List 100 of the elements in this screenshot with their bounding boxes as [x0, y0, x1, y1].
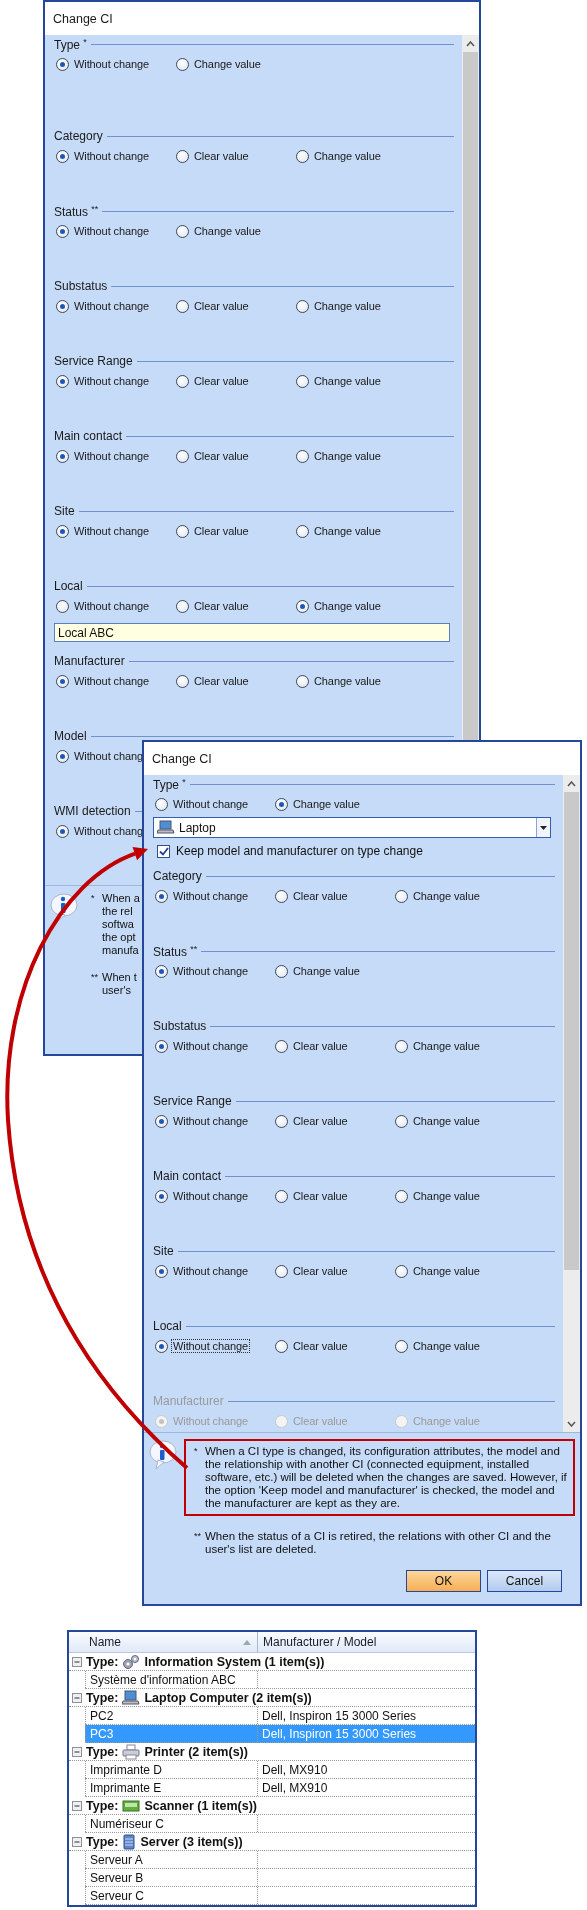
radio-label[interactable]: Without change	[172, 798, 250, 810]
table-row[interactable]: Système d'information ABC	[85, 1671, 475, 1689]
radio-label[interactable]: Change value	[313, 150, 382, 162]
table-row[interactable]: Numériseur C	[85, 1815, 475, 1833]
radio-label[interactable]: Clear value	[292, 1190, 349, 1202]
radio-label[interactable]: Change value	[292, 798, 361, 810]
radio-label[interactable]: Clear value	[292, 1265, 349, 1277]
ok-button[interactable]: OK	[406, 1570, 481, 1592]
radio-label[interactable]: Change value	[292, 965, 361, 977]
radio-button[interactable]	[56, 449, 69, 463]
radio-label[interactable]: Change value	[193, 58, 262, 70]
radio-button[interactable]	[275, 889, 288, 903]
radio-label[interactable]: Without change	[73, 300, 151, 312]
radio-button[interactable]	[395, 1264, 408, 1278]
radio-label[interactable]: Clear value	[193, 525, 250, 537]
radio-label[interactable]: Change value	[412, 1265, 481, 1277]
radio-button[interactable]	[275, 1339, 288, 1353]
radio-button[interactable]	[395, 889, 408, 903]
table-row[interactable]: Imprimante E Dell, MX910	[85, 1779, 475, 1797]
radio-button[interactable]	[296, 149, 309, 163]
radio-label[interactable]: Clear value	[193, 450, 250, 462]
radio-button[interactable]	[296, 374, 309, 388]
radio-label[interactable]: Without change	[172, 1190, 250, 1202]
radio-button[interactable]	[56, 374, 69, 388]
radio-label[interactable]: Without change	[172, 1265, 250, 1277]
dropdown-button[interactable]	[536, 818, 550, 837]
radio-button[interactable]	[56, 599, 69, 613]
radio-label[interactable]: Clear value	[193, 375, 250, 387]
radio-button[interactable]	[296, 674, 309, 688]
radio-button[interactable]	[155, 964, 168, 978]
radio-button[interactable]	[176, 674, 189, 688]
radio-label[interactable]: Without change	[73, 150, 151, 162]
radio-button[interactable]	[275, 1039, 288, 1053]
radio-label[interactable]: Clear value	[292, 1040, 349, 1052]
radio-label[interactable]: Clear value	[193, 150, 250, 162]
radio-label[interactable]: Without change	[73, 525, 151, 537]
radio-button[interactable]	[275, 1114, 288, 1128]
radio-label[interactable]: Change value	[193, 225, 262, 237]
radio-button[interactable]	[155, 889, 168, 903]
radio-label[interactable]: Change value	[412, 890, 481, 902]
radio-label[interactable]: Without change	[73, 600, 151, 612]
radio-label[interactable]: Clear value	[193, 300, 250, 312]
collapse-icon[interactable]	[72, 1800, 82, 1811]
radio-button[interactable]	[56, 824, 69, 838]
radio-label[interactable]: Change value	[412, 1340, 481, 1352]
radio-button[interactable]	[275, 964, 288, 978]
radio-button[interactable]	[56, 674, 69, 688]
radio-label[interactable]: Change value	[412, 1190, 481, 1202]
radio-label[interactable]: Without chang	[73, 825, 145, 837]
table-row[interactable]: Serveur C	[85, 1887, 475, 1905]
radio-button[interactable]	[395, 1114, 408, 1128]
radio-button[interactable]	[155, 1189, 168, 1203]
radio-label[interactable]: Without change	[172, 1115, 250, 1127]
radio-button[interactable]	[296, 449, 309, 463]
radio-button[interactable]	[176, 299, 189, 313]
radio-label[interactable]: Clear value	[292, 890, 349, 902]
radio-button[interactable]	[176, 57, 189, 71]
scrollbar[interactable]	[563, 775, 580, 1432]
radio-button[interactable]	[56, 749, 69, 763]
radio-button[interactable]	[56, 149, 69, 163]
radio-label[interactable]: Change value	[412, 1040, 481, 1052]
radio-button[interactable]	[56, 299, 69, 313]
radio-button[interactable]	[395, 1339, 408, 1353]
radio-button[interactable]	[176, 599, 189, 613]
collapse-icon[interactable]	[72, 1656, 82, 1667]
radio-label[interactable]: Change value	[412, 1115, 481, 1127]
collapse-icon[interactable]	[72, 1746, 82, 1757]
checkbox[interactable]	[157, 844, 170, 858]
radio-button[interactable]	[176, 149, 189, 163]
radio-button[interactable]	[275, 797, 288, 811]
radio-label[interactable]: Without change	[73, 675, 151, 687]
radio-button[interactable]	[155, 1264, 168, 1278]
radio-button[interactable]	[155, 1039, 168, 1053]
radio-button[interactable]	[56, 524, 69, 538]
column-header[interactable]: Name	[69, 1632, 258, 1652]
radio-button[interactable]	[176, 374, 189, 388]
radio-button[interactable]	[395, 1039, 408, 1053]
radio-label[interactable]: Without change	[73, 58, 151, 70]
radio-button[interactable]	[56, 57, 69, 71]
radio-label[interactable]: Change value	[313, 300, 382, 312]
radio-label[interactable]: Without change	[73, 225, 151, 237]
radio-button[interactable]	[56, 224, 69, 238]
radio-label[interactable]: Without change	[172, 890, 250, 902]
radio-label[interactable]: Clear value	[292, 1340, 349, 1352]
radio-label[interactable]: Without chang	[73, 750, 145, 762]
cancel-button[interactable]: Cancel	[487, 1570, 562, 1592]
text-field[interactable]: Local ABC	[54, 623, 450, 642]
radio-button[interactable]	[155, 797, 168, 811]
checkbox-label[interactable]: Keep model and manufacturer on type change	[176, 844, 423, 858]
radio-button[interactable]	[176, 524, 189, 538]
radio-button[interactable]	[176, 449, 189, 463]
radio-label[interactable]: Without change	[73, 450, 151, 462]
radio-button[interactable]	[296, 599, 309, 613]
table-row[interactable]: Imprimante D Dell, MX910	[85, 1761, 475, 1779]
radio-label[interactable]: Without change	[73, 375, 151, 387]
radio-label[interactable]: Clear value	[292, 1115, 349, 1127]
collapse-icon[interactable]	[72, 1692, 82, 1703]
collapse-icon[interactable]	[72, 1836, 82, 1847]
radio-button[interactable]	[155, 1114, 168, 1128]
column-header[interactable]: Manufacturer / Model	[258, 1632, 475, 1652]
